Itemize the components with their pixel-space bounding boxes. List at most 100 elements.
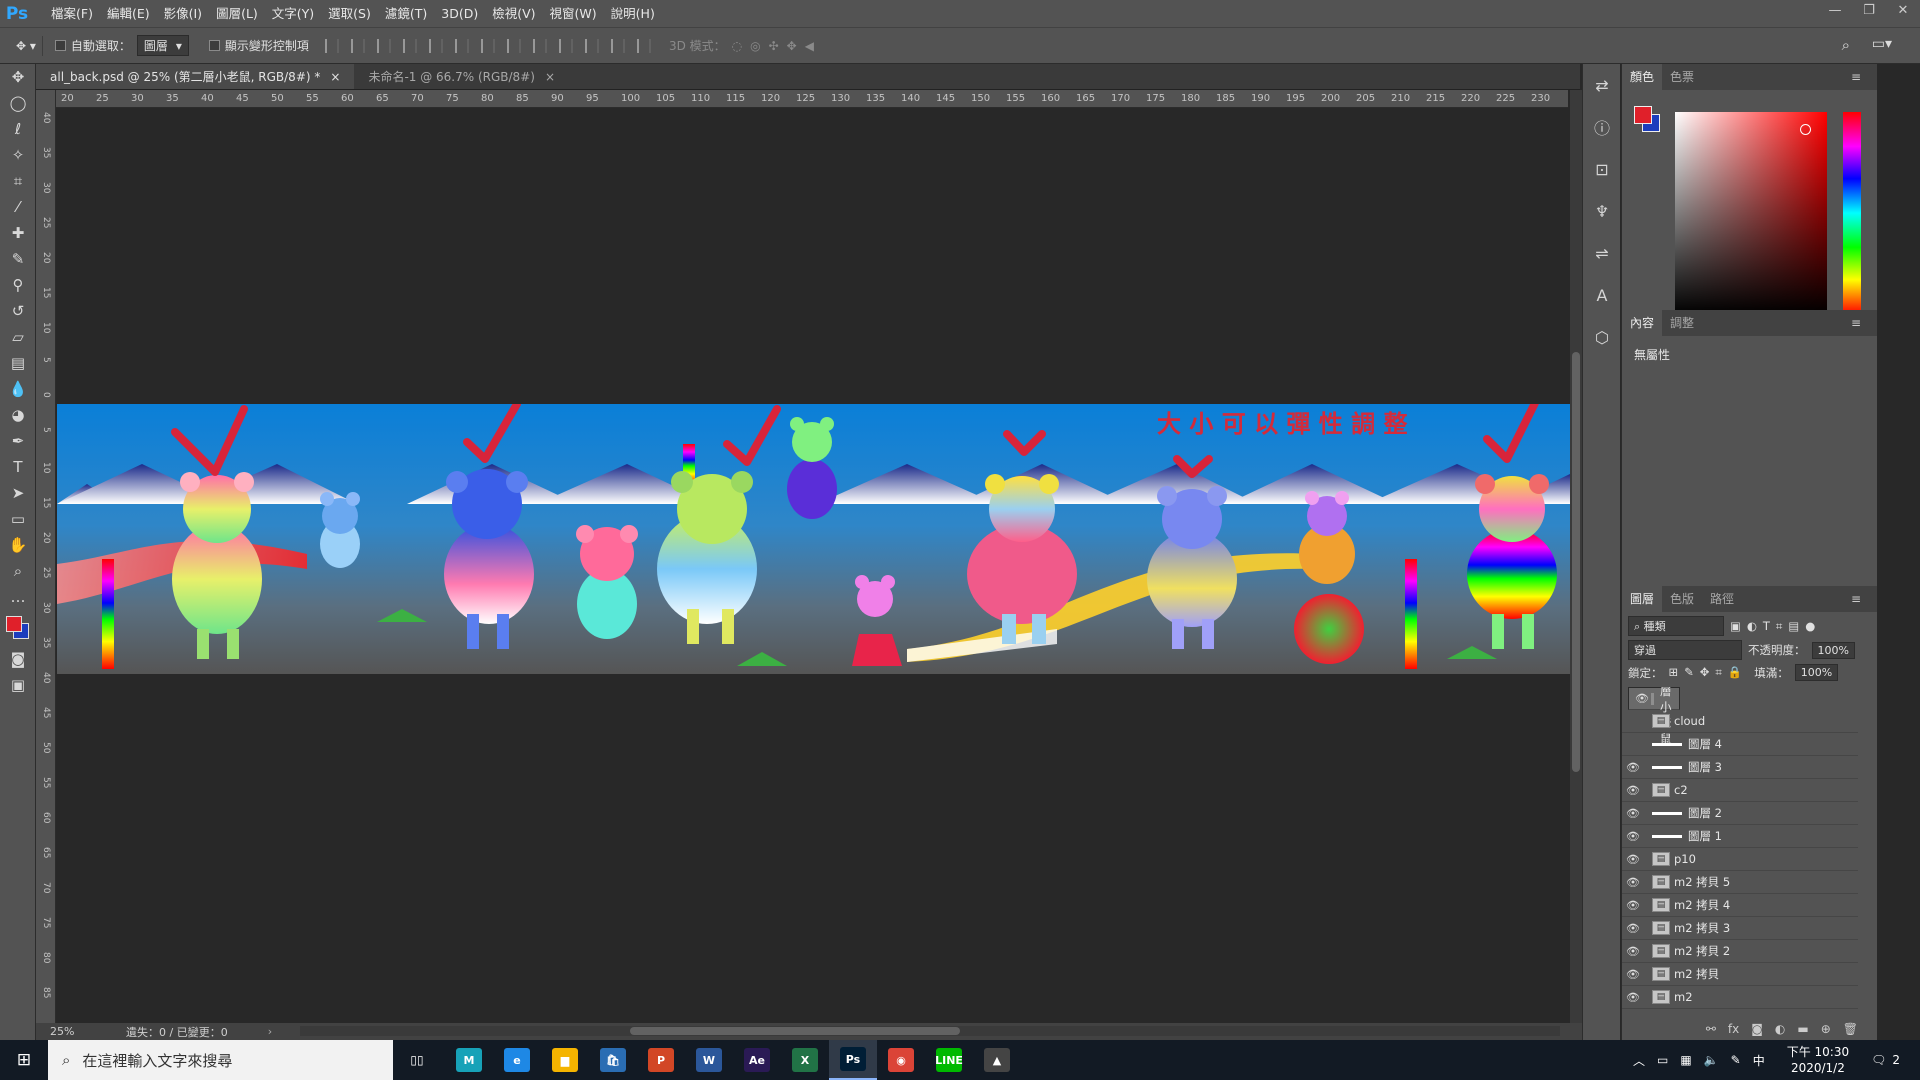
opacity-input[interactable]: 100% [1811, 641, 1855, 659]
link-icon[interactable]: ⚯ [1706, 1022, 1716, 1036]
more-tools-icon[interactable]: … [0, 584, 36, 610]
taskbar-app-icon[interactable]: X [781, 1040, 829, 1080]
crop-tool-icon[interactable]: ⌗ [0, 168, 36, 194]
move-tool-icon[interactable]: ✥ ▾ [16, 39, 36, 53]
layer-row[interactable]: 👁 圖層 1 [1622, 825, 1858, 848]
close-icon[interactable]: × [330, 64, 340, 89]
ime-indicator[interactable]: 中 [1753, 1052, 1765, 1069]
path-selection-tool-icon[interactable]: ➤ [0, 480, 36, 506]
lasso-tool-icon[interactable]: ℓ [0, 116, 36, 142]
character-icon[interactable]: A [1583, 274, 1621, 316]
lock-icons[interactable]: ⊞✎✥⌗🔒 [1669, 665, 1749, 680]
tab-layers[interactable]: 圖層 [1622, 586, 1663, 612]
photoshop-logo[interactable]: Ps [0, 0, 34, 27]
artwork-canvas[interactable]: 大 小 可 以 彈 性 調 整 [57, 404, 1570, 674]
align-bottom-icon[interactable] [376, 38, 391, 53]
menu-item[interactable]: 圖層(L) [209, 0, 265, 27]
volume-icon[interactable]: 🔈 [1704, 1053, 1719, 1067]
tab-untitled[interactable]: 未命名-1 @ 66.7% (RGB/8#) × [354, 64, 569, 89]
type-tool-icon[interactable]: T [0, 454, 36, 480]
screen-mode-icon[interactable]: ▣ [0, 672, 36, 698]
trash-icon[interactable]: 🗑 [1843, 1022, 1858, 1036]
foreground-color[interactable] [1634, 106, 1652, 124]
color-field[interactable] [1675, 112, 1827, 314]
tab-channels[interactable]: 色版 [1662, 586, 1702, 612]
task-view-icon[interactable]: ▯▯ [393, 1040, 441, 1080]
history-icon[interactable]: ⇄ [1583, 64, 1621, 106]
visibility-icon[interactable]: 👁 [1622, 784, 1644, 797]
scroll-thumb[interactable] [630, 1027, 960, 1035]
layer-row[interactable]: 👁 ▤ m2 拷貝 2 [1622, 940, 1858, 963]
3d-icon[interactable]: ⬡ [1583, 316, 1621, 358]
pen-tool-icon[interactable]: ✒ [0, 428, 36, 454]
taskbar-app-icon[interactable]: ▲ [973, 1040, 1021, 1080]
close-icon[interactable]: ✕ [1886, 0, 1920, 27]
vertical-ruler[interactable]: 40 35 30 25 20 15 10 5 0 5 10 15 20 25 30 35 40 45 50 55 60 6… [36, 108, 56, 1023]
align-vcenter-icon[interactable] [350, 38, 365, 53]
restore-icon[interactable]: ❐ [1852, 0, 1886, 27]
tray-expand-icon[interactable]: ︿ [1633, 1052, 1645, 1069]
clone-stamp-tool-icon[interactable]: ⚲ [0, 272, 36, 298]
auto-align-icon[interactable] [636, 38, 651, 53]
tab-properties[interactable]: 內容 [1622, 310, 1663, 336]
move-tool-icon[interactable]: ✥ [0, 64, 36, 90]
layer-row[interactable]: 👁 ▤ m2 拷貝 5 [1622, 871, 1858, 894]
layer-filter-dropdown[interactable]: ⌕ 種類 [1628, 616, 1724, 636]
marquee-tool-icon[interactable]: ◯ [0, 90, 36, 116]
taskbar-app-icon[interactable]: Ps [829, 1040, 877, 1080]
eraser-tool-icon[interactable]: ▱ [0, 324, 36, 350]
dodge-tool-icon[interactable]: ◕ [0, 402, 36, 428]
notification-icon[interactable]: 🗨 2 [1871, 1053, 1906, 1067]
panel-menu-icon[interactable]: ≡ [1843, 310, 1869, 336]
visibility-icon[interactable]: 👁 [1622, 830, 1644, 843]
3d-mode-icons[interactable]: ◌◎✣✥◀ [732, 39, 822, 53]
menu-item[interactable]: 編輯(E) [100, 0, 157, 27]
vertical-scrollbar[interactable] [1570, 90, 1582, 1023]
layer-row[interactable]: 👁 圖層 3 [1622, 756, 1858, 779]
align-left-icon[interactable] [402, 38, 417, 53]
distribute-vcenter-icon[interactable] [506, 38, 521, 53]
layer-row[interactable]: 👁 ▤ m2 拷貝 4 [1622, 894, 1858, 917]
layer-row[interactable]: 👁 ▤ m2 [1622, 986, 1858, 1009]
visibility-icon[interactable]: 👁 [1622, 945, 1644, 958]
history-brush-tool-icon[interactable]: ↺ [0, 298, 36, 324]
blur-tool-icon[interactable]: 💧 [0, 376, 36, 402]
layer-row[interactable]: 👁 ▤ m2 拷貝 3 [1622, 917, 1858, 940]
hand-tool-icon[interactable]: ✋ [0, 532, 36, 558]
layer-row[interactable]: 👁 圖層 2 [1622, 802, 1858, 825]
status-arrow-icon[interactable]: › [268, 1025, 272, 1038]
healing-brush-tool-icon[interactable]: ✚ [0, 220, 36, 246]
align-right-icon[interactable] [454, 38, 469, 53]
tab-adjustments[interactable]: 調整 [1662, 310, 1702, 336]
menu-item[interactable]: 濾鏡(T) [378, 0, 434, 27]
distribute-bottom-icon[interactable] [532, 38, 547, 53]
taskbar-app-icon[interactable]: e [493, 1040, 541, 1080]
ruler-origin[interactable] [36, 90, 56, 108]
brush-tool-icon[interactable]: ✎ [0, 246, 36, 272]
panel-menu-icon[interactable]: ≡ [1843, 586, 1869, 612]
taskbar-app-icon[interactable]: ▆ [541, 1040, 589, 1080]
eyedropper-tool-icon[interactable]: ⁄ [0, 194, 36, 220]
visibility-icon[interactable]: 👁 [1622, 968, 1644, 981]
taskbar-app-icon[interactable]: P [637, 1040, 685, 1080]
visibility-icon[interactable]: 👁 [1622, 899, 1644, 912]
canvas-area[interactable]: 大 小 可 以 彈 性 調 整 [57, 108, 1570, 1023]
taskbar-app-icon[interactable]: W [685, 1040, 733, 1080]
visibility-icon[interactable]: 👁 [1622, 876, 1644, 889]
visibility-icon[interactable]: 👁 [1622, 807, 1644, 820]
visibility-icon[interactable]: 👁 [1622, 853, 1644, 866]
filter-icons[interactable]: ▣◐T⌗▤● [1730, 619, 1821, 634]
new-layer-icon[interactable]: ⊕ [1821, 1022, 1831, 1036]
adjustment-layer-icon[interactable]: ◐ [1775, 1022, 1785, 1036]
taskbar-search[interactable]: ⌕ 在這裡輸入文字來搜尋 [48, 1040, 393, 1080]
tab-color[interactable]: 顏色 [1622, 64, 1663, 90]
tab-swatches[interactable]: 色票 [1662, 64, 1702, 90]
taskbar-app-icon[interactable]: ◉ [877, 1040, 925, 1080]
checkbox-box[interactable] [208, 40, 220, 51]
taskbar-app-icon[interactable]: 🛍 [589, 1040, 637, 1080]
menu-item[interactable]: 3D(D) [434, 0, 485, 27]
taskbar-app-icon[interactable]: LINE [925, 1040, 973, 1080]
align-hcenter-icon[interactable] [428, 38, 443, 53]
visibility-icon[interactable]: 👁 [1622, 922, 1644, 935]
zoom-tool-icon[interactable]: ⌕ [0, 558, 36, 584]
